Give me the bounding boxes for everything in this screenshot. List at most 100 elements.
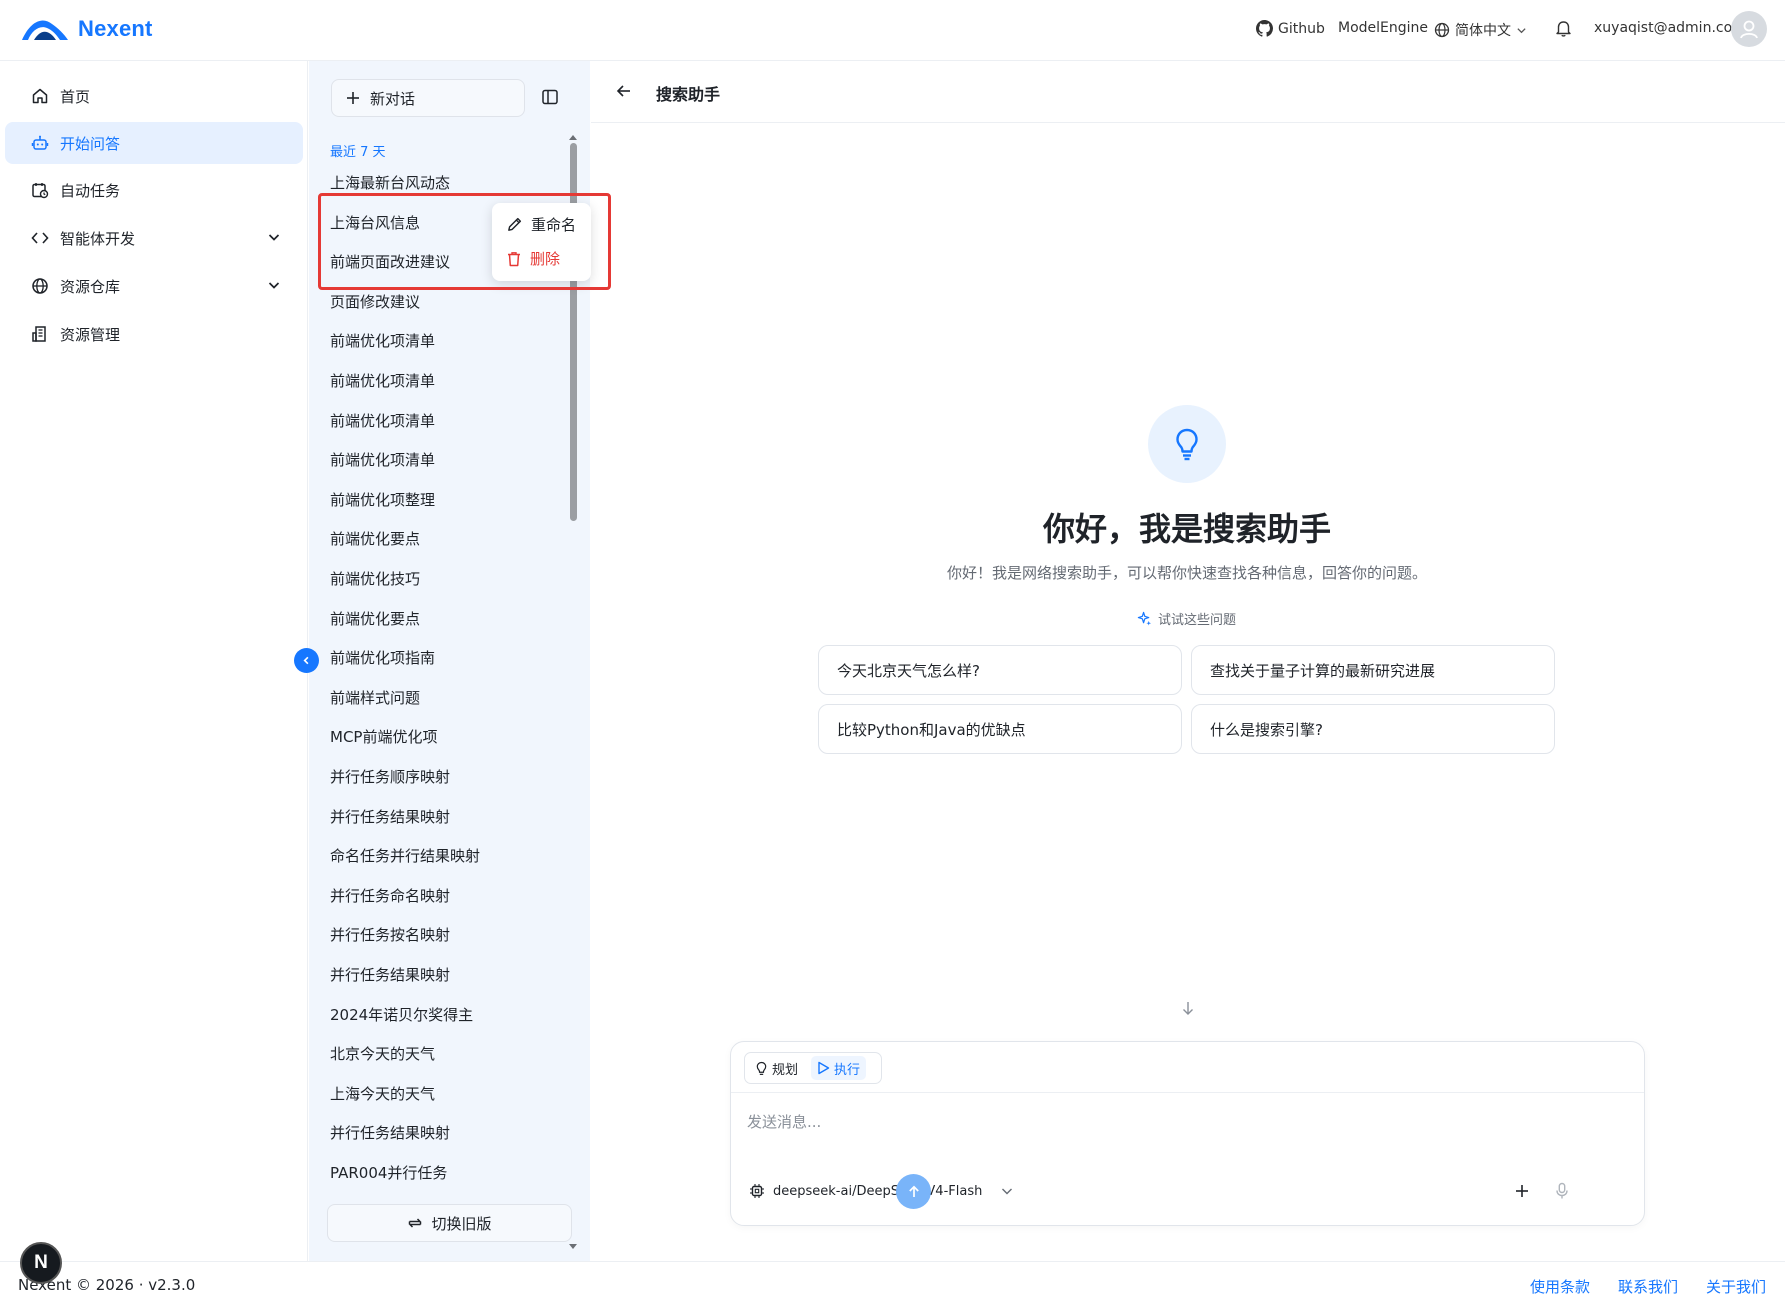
language-select[interactable]: 简体中文: [1434, 20, 1527, 40]
chat-list-item[interactable]: 并行任务结果映射: [330, 964, 450, 985]
chat-list-item[interactable]: 并行任务顺序映射: [330, 766, 450, 787]
chat-list-item[interactable]: 前端优化项清单: [330, 449, 435, 470]
logo-icon: [22, 20, 68, 40]
mode-execute-button[interactable]: 执行: [811, 1056, 867, 1080]
agent-description: 你好！我是网络搜索助手，可以帮你快速查找各种信息，回答你的问题。: [946, 564, 1427, 582]
bell-icon: [1556, 21, 1571, 37]
refresh-icon: [409, 1218, 422, 1228]
scroll-up-icon[interactable]: [568, 133, 578, 141]
chat-list-item[interactable]: 上海今天的天气: [330, 1083, 435, 1104]
suggestion-card[interactable]: 什么是搜索引擎?: [1191, 704, 1555, 754]
modelengine-link[interactable]: ModelEngine: [1338, 20, 1428, 36]
sidebar-toggle-icon[interactable]: [541, 88, 559, 106]
chat-list-item[interactable]: 前端优化项指南: [330, 647, 435, 668]
suggestion-card[interactable]: 比较Python和Java的优缺点: [818, 704, 1182, 754]
section-label-recent: 最近 7 天: [330, 145, 386, 160]
chat-list-item[interactable]: 前端优化要点: [330, 528, 420, 549]
code-icon: [30, 228, 50, 248]
chat-list-item[interactable]: 上海最新台风动态: [330, 172, 450, 193]
nav-item-start-chat[interactable]: 开始问答: [5, 122, 303, 164]
chat-list-item[interactable]: 命名任务并行结果映射: [330, 845, 480, 866]
github-link[interactable]: Github: [1256, 20, 1325, 37]
chat-list-item[interactable]: 2024年诺贝尔奖得主: [330, 1004, 473, 1025]
chat-header: 搜索助手: [591, 61, 1785, 123]
avatar[interactable]: [1731, 11, 1767, 47]
nav-item-auto-tasks[interactable]: 自动任务: [5, 169, 303, 211]
microphone-icon[interactable]: [1555, 1182, 1569, 1200]
new-chat-button[interactable]: 新对话: [331, 79, 525, 117]
nexent-assistant-bubble[interactable]: N: [20, 1242, 62, 1284]
chevron-down-icon: [1002, 1188, 1013, 1195]
chat-list-item[interactable]: 并行任务结果映射: [330, 806, 450, 827]
scroll-to-bottom-icon[interactable]: [1180, 1000, 1196, 1016]
model-select[interactable]: deepseek-ai/DeepSeek-V4-Flash: [749, 1183, 1014, 1199]
chat-list-item[interactable]: 前端优化技巧: [330, 568, 420, 589]
nav-label-home: 首页: [60, 87, 91, 106]
lightbulb-icon: [1176, 428, 1198, 461]
mode-switch: 规划 执行: [744, 1052, 882, 1084]
sparkle-icon: [1137, 611, 1152, 626]
collapse-sidebar-button[interactable]: [294, 648, 319, 673]
suggestion-card[interactable]: 查找关于量子计算的最新研究进展: [1191, 645, 1555, 695]
nav-item-home[interactable]: 首页: [5, 75, 303, 117]
chat-list-item[interactable]: 前端优化要点: [330, 608, 420, 629]
chat-list-item[interactable]: 页面修改建议: [330, 291, 420, 312]
chevron-down-icon: [1517, 27, 1526, 33]
suggestion-text: 今天北京天气怎么样?: [837, 661, 980, 680]
chat-list-item[interactable]: 前端样式问题: [330, 687, 420, 708]
footer: Nexent © 2026 · v2.3.0 使用条款 联系我们 关于我们: [0, 1261, 1785, 1305]
assistant-bubble-letter: N: [34, 1252, 48, 1273]
chat-list-item[interactable]: 并行任务命名映射: [330, 885, 450, 906]
suggestion-text: 查找关于量子计算的最新研究进展: [1210, 661, 1436, 680]
top-bar: Nexent Github ModelEngine 简体中文 xuyaqist@…: [0, 0, 1785, 61]
chat-list-item[interactable]: PAR004并行任务: [330, 1162, 447, 1183]
nav-label-resource-repo: 资源仓库: [60, 277, 121, 296]
contact-link[interactable]: 联系我们: [1618, 1276, 1678, 1297]
chat-list-item[interactable]: 并行任务结果映射: [330, 1122, 450, 1143]
chevron-down-icon: [268, 282, 280, 289]
language-label: 简体中文: [1455, 23, 1511, 39]
nav-item-resource-mgmt[interactable]: 资源管理: [5, 313, 303, 355]
chat-list-item[interactable]: 并行任务按名映射: [330, 924, 450, 945]
suggestion-card[interactable]: 今天北京天气怎么样?: [818, 645, 1182, 695]
nav-item-agent-dev[interactable]: 智能体开发: [5, 217, 303, 259]
chat-list-item[interactable]: 前端优化项清单: [330, 370, 435, 391]
agent-avatar: [1148, 405, 1226, 483]
user-email-label: xuyaqist@admin.com: [1594, 20, 1746, 36]
chat-list-item[interactable]: 北京今天的天气: [330, 1043, 435, 1064]
try-these-text: 试试这些问题: [1158, 613, 1237, 628]
calendar-clock-icon: [30, 180, 50, 200]
chevron-down-icon: [268, 234, 280, 241]
mode-plan-button[interactable]: 规划: [749, 1056, 804, 1080]
terms-link[interactable]: 使用条款: [1530, 1276, 1590, 1297]
chat-list-item[interactable]: 前端优化项整理: [330, 489, 435, 510]
robot-icon: [30, 133, 50, 153]
message-input[interactable]: [747, 1108, 1607, 1136]
new-chat-label: 新对话: [370, 89, 416, 108]
nav-item-resource-repo[interactable]: 资源仓库: [5, 265, 303, 307]
user-email[interactable]: xuyaqist@admin.com: [1594, 20, 1746, 36]
greeting-title: 你好，我是搜索助手: [1042, 510, 1331, 548]
chat-list-item[interactable]: 前端优化项清单: [330, 330, 435, 351]
brand-name: Nexent: [78, 16, 153, 41]
notification-button[interactable]: [1555, 19, 1572, 37]
logo[interactable]: Nexent: [20, 14, 153, 44]
chat-list-item[interactable]: MCP前端优化项: [330, 726, 437, 747]
github-label: Github: [1278, 20, 1325, 37]
nav-label-agent-dev: 智能体开发: [60, 229, 136, 248]
message-composer: 规划 执行 deepseek-ai/DeepSeek-V4-Flash: [730, 1041, 1645, 1226]
switch-old-version-label: 切换旧版: [431, 1214, 492, 1233]
scroll-down-icon[interactable]: [568, 1243, 578, 1251]
nav-label-auto-tasks: 自动任务: [60, 181, 121, 200]
about-link[interactable]: 关于我们: [1706, 1276, 1766, 1297]
chip-icon: [750, 1184, 764, 1198]
back-arrow-icon[interactable]: [616, 83, 632, 99]
chat-list-item[interactable]: 前端优化项清单: [330, 410, 435, 431]
suggestion-text: 什么是搜索引擎?: [1210, 720, 1323, 739]
attach-plus-icon[interactable]: [1514, 1183, 1530, 1199]
send-button[interactable]: [896, 1174, 931, 1209]
model-name: deepseek-ai/DeepSeek-V4-Flash: [773, 1183, 983, 1199]
switch-old-version-button[interactable]: 切换旧版: [327, 1204, 572, 1242]
lightbulb-icon: [756, 1061, 767, 1075]
suggestion-text: 比较Python和Java的优缺点: [837, 720, 1026, 739]
